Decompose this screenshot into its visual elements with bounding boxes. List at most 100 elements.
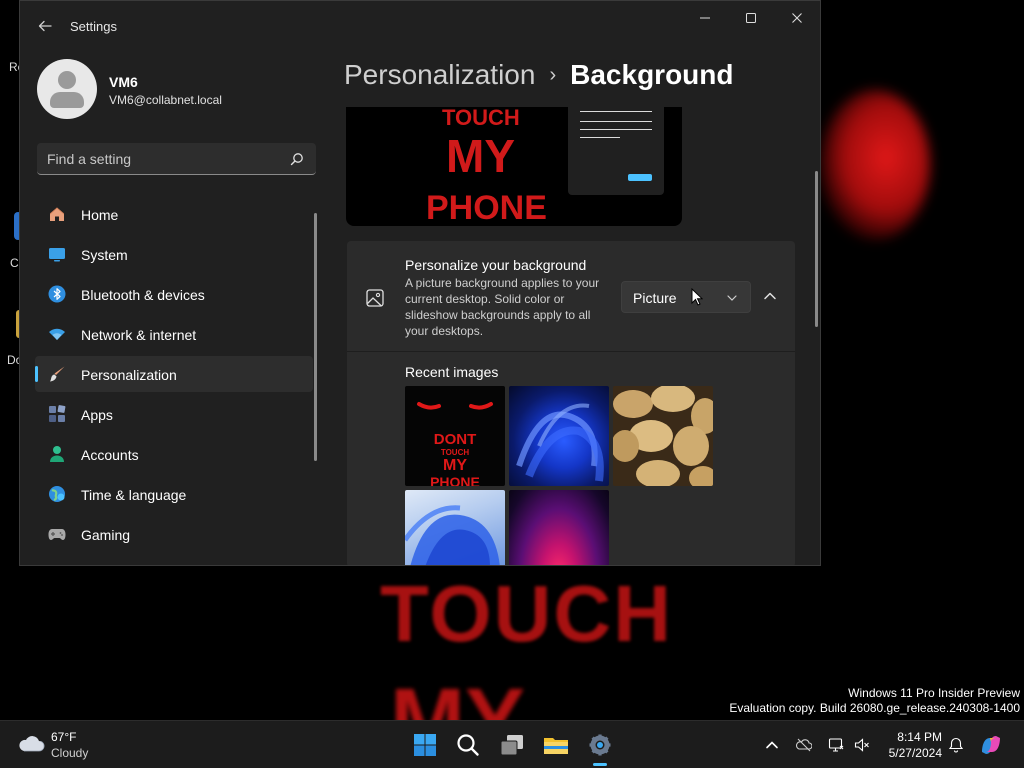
apps-icon [49,405,66,422]
brush-icon [50,366,65,382]
task-view-icon[interactable] [498,731,526,759]
maximize-icon [746,13,756,23]
clock-date: 5/27/2024 [888,746,942,760]
chevron-up-icon[interactable] [762,288,778,304]
thumb-text-phone: PHONE [430,474,480,486]
card-description: A picture background applies to your cur… [405,276,600,338]
taskbar: 67°F Cloudy 8:14 PM 5/27/2024 [0,720,1024,768]
sidebar-item-label: Bluetooth & devices [81,287,205,303]
globe-icon [49,486,65,502]
settings-window: Settings VM6 VM6@collabnet.local Home [19,0,821,566]
sidebar-item-label: Personalization [81,367,177,383]
accounts-icon [50,446,64,462]
bloom-shape [516,403,604,482]
sidebar-item-label: Gaming [81,527,131,543]
weather-condition: Cloudy [51,746,89,760]
preview-text-my: MY [446,130,515,182]
avatar[interactable] [37,59,97,119]
preview-button-mock [628,174,652,181]
preview-line [580,129,652,130]
network-icon [49,328,65,340]
sidebar-item-time-language[interactable]: Time & language [35,476,313,512]
volume-muted-icon[interactable] [854,737,870,753]
copilot-icon[interactable] [978,732,1004,758]
preview-window-mock [568,107,664,195]
recent-images-label: Recent images [405,364,499,380]
background-type-dropdown[interactable]: Picture [621,281,751,313]
wallpaper-text-touch: TOUCH [380,569,673,658]
sidebar-item-gaming[interactable]: Gaming [35,516,313,552]
maximize-button[interactable] [728,7,774,31]
recent-image-potatoes[interactable] [613,386,713,486]
recent-images-section: Recent images DONT TOUCH MY PHONE [347,352,795,565]
settings-gear-icon[interactable] [586,731,614,759]
recent-image-blue-bloom-dark[interactable] [509,386,609,486]
title-bar[interactable]: Settings [20,1,820,49]
avatar-body [50,92,84,108]
sidebar-item-label: Apps [81,407,113,423]
thumb-text-dont: DONT [433,431,477,448]
thumb-text-my: MY [443,457,467,474]
recent-image-dont-touch-my-phone[interactable]: DONT TOUCH MY PHONE [405,386,505,486]
windows-start-icon[interactable] [411,731,439,759]
clock-time: 8:14 PM [897,730,942,744]
preview-text-phone: PHONE [426,189,547,226]
sidebar-item-label: Time & language [81,487,187,503]
sidebar-item-system[interactable]: System [35,236,313,272]
background-preview: TOUCH MY PHONE [346,107,682,226]
dropdown-value: Picture [633,290,677,306]
personalize-background-header[interactable]: Personalize your background A picture ba… [347,241,795,352]
sidebar-item-label: System [81,247,128,263]
bluetooth-icon [48,285,66,303]
watermark-edition: Windows 11 Pro Insider Preview [848,686,1020,700]
onedrive-offline-icon[interactable] [796,737,812,753]
sidebar-item-personalization[interactable]: Personalization [35,356,313,392]
close-button[interactable] [774,7,820,31]
watermark-build: Evaluation copy. Build 26080.ge_release.… [729,701,1020,715]
sidebar-item-network[interactable]: Network & internet [35,316,313,352]
bloom-shape-light [405,505,500,565]
chevron-up-icon[interactable] [764,737,780,753]
minimize-button[interactable] [682,7,728,31]
card-title: Personalize your background [405,257,587,273]
search-icon[interactable] [290,152,304,166]
preview-text-touch: TOUCH [442,107,520,130]
profile-email: VM6@collabnet.local [109,93,222,107]
sidebar-item-label: Home [81,207,119,223]
search-box[interactable] [37,143,316,175]
sidebar-item-home[interactable]: Home [35,196,313,232]
sidebar-scrollbar[interactable] [314,213,317,461]
profile-name: VM6 [109,74,138,90]
sidebar-item-label: Network & internet [81,327,197,343]
minimize-icon [700,17,710,19]
potatoes-shape [613,386,713,486]
breadcrumb: Personalization › Background [344,59,733,91]
sidebar-nav: Home System Bluetooth & devices Network … [35,196,313,556]
back-arrow-icon [38,20,52,32]
home-icon [50,207,64,221]
sidebar-item-accounts[interactable]: Accounts [35,436,313,472]
weather-temperature: 67°F [51,730,77,744]
file-explorer-icon[interactable] [542,731,570,759]
page-title: Background [570,59,734,90]
sidebar-item-bluetooth[interactable]: Bluetooth & devices [35,276,313,312]
sidebar-item-label: Accounts [81,447,139,463]
chevron-down-icon [727,295,737,301]
back-button[interactable] [34,15,56,37]
app-title: Settings [70,19,117,34]
wallpaper-red-blob [820,90,930,240]
preview-line [580,121,652,122]
thumb-text-touch: TOUCH [440,448,470,457]
personalize-background-card: Personalize your background A picture ba… [347,241,795,565]
recent-image-blue-bloom-light[interactable] [405,490,505,565]
content-scrollbar[interactable] [815,171,818,327]
notification-bell-icon[interactable] [948,737,964,753]
sidebar-item-apps[interactable]: Apps [35,396,313,432]
search-icon[interactable] [454,731,482,759]
network-status-icon[interactable] [828,737,844,753]
recent-image-purple-glow[interactable] [509,490,609,565]
search-input[interactable] [47,149,277,169]
breadcrumb-parent[interactable]: Personalization [344,59,535,90]
system-icon [49,248,65,262]
gamepad-icon [48,529,66,540]
